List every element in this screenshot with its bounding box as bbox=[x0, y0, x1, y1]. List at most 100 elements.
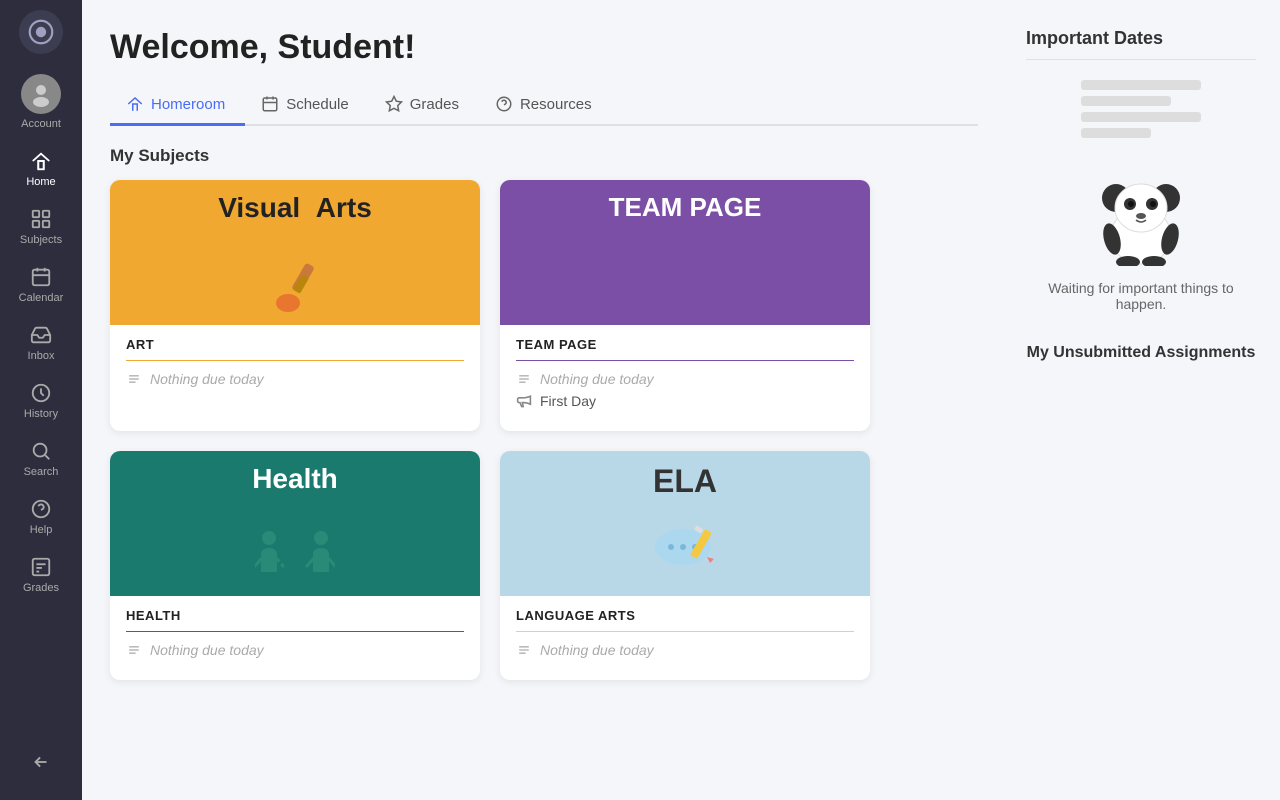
sidebar-item-label: Calendar bbox=[19, 292, 64, 304]
ela-illustration bbox=[645, 519, 725, 584]
list-icon bbox=[126, 371, 142, 387]
subject-item-team-1: First Day bbox=[516, 393, 854, 409]
panel-divider bbox=[1026, 59, 1256, 60]
sidebar-item-label: Subjects bbox=[20, 234, 62, 246]
subject-divider-team bbox=[516, 360, 854, 361]
subject-card-image-health: Health bbox=[110, 451, 480, 596]
right-panel: Important Dates bbox=[1010, 0, 1280, 800]
subject-image-title-team: TEAM PAGE bbox=[500, 192, 870, 223]
task-text: Nothing due today bbox=[540, 642, 654, 658]
sidebar-item-label: Home bbox=[26, 176, 55, 188]
sidebar-item-help[interactable]: Help bbox=[0, 490, 82, 544]
task-text: Nothing due today bbox=[150, 642, 264, 658]
sidebar-item-label: Search bbox=[24, 466, 59, 478]
important-dates-title: Important Dates bbox=[1026, 28, 1256, 49]
subject-card-body-health: HEALTH Nothing due today bbox=[110, 596, 480, 680]
list-icon bbox=[516, 642, 532, 658]
help-icon bbox=[30, 498, 52, 520]
doc-line-4 bbox=[1081, 128, 1151, 138]
sidebar-item-grades[interactable]: Grades bbox=[0, 548, 82, 602]
tab-homeroom[interactable]: Homeroom bbox=[110, 85, 245, 126]
search-icon bbox=[30, 440, 52, 462]
tab-label: Grades bbox=[410, 96, 459, 113]
task-text: Nothing due today bbox=[540, 371, 654, 387]
tab-label: Resources bbox=[520, 96, 592, 113]
subject-item-art-0: Nothing due today bbox=[126, 371, 464, 387]
tab-resources[interactable]: Resources bbox=[479, 85, 612, 126]
sidebar-item-history[interactable]: History bbox=[0, 374, 82, 428]
health-people-illustration bbox=[255, 526, 335, 581]
sidebar-item-calendar[interactable]: Calendar bbox=[0, 258, 82, 312]
grades-icon bbox=[30, 556, 52, 578]
sidebar-item-subjects[interactable]: Subjects bbox=[0, 200, 82, 254]
task-text: Nothing due today bbox=[150, 371, 264, 387]
subject-card-body-art: ART Nothing due today bbox=[110, 325, 480, 409]
subjects-section-title: My Subjects bbox=[110, 146, 978, 166]
tab-schedule[interactable]: Schedule bbox=[245, 85, 369, 126]
subject-card-body-ela: LANGUAGE ARTS Nothing due today bbox=[500, 596, 870, 680]
art-brush-illustration bbox=[260, 255, 330, 320]
doc-line-2 bbox=[1081, 96, 1171, 106]
list-icon bbox=[126, 642, 142, 658]
subject-divider-ela bbox=[516, 631, 854, 632]
subject-image-title-art: Visual Arts bbox=[110, 192, 480, 224]
list-icon bbox=[516, 371, 532, 387]
subject-card-ela[interactable]: ELA bbox=[500, 451, 870, 680]
subject-divider-art bbox=[126, 360, 464, 361]
sidebar: Account Home Subjects Calendar bbox=[0, 0, 82, 800]
tab-grades[interactable]: Grades bbox=[369, 85, 479, 126]
unsubmitted-title: My Unsubmitted Assignments bbox=[1026, 344, 1256, 362]
subject-card-body-team: TEAM PAGE Nothing due today First Day bbox=[500, 325, 870, 431]
panda-illustration bbox=[1026, 80, 1256, 266]
avatar bbox=[21, 74, 61, 114]
home-tab-icon bbox=[126, 95, 144, 113]
subject-card-health[interactable]: Health bbox=[110, 451, 480, 680]
sidebar-item-home[interactable]: Home bbox=[0, 142, 82, 196]
sidebar-item-label: Help bbox=[30, 524, 53, 536]
subject-label-team: TEAM PAGE bbox=[516, 337, 854, 352]
subject-item-ela-0: Nothing due today bbox=[516, 642, 854, 658]
calendar-icon bbox=[30, 266, 52, 288]
panda-svg bbox=[1086, 146, 1196, 266]
star-icon bbox=[385, 95, 403, 113]
tab-label: Schedule bbox=[286, 96, 349, 113]
schedule-icon bbox=[261, 95, 279, 113]
sidebar-item-label: History bbox=[24, 408, 58, 420]
home-icon bbox=[30, 150, 52, 172]
sidebar-item-label: Account bbox=[21, 118, 61, 130]
announcement-icon bbox=[516, 393, 532, 409]
page-title: Welcome, Student! bbox=[110, 28, 978, 67]
sidebar-item-search[interactable]: Search bbox=[0, 432, 82, 486]
sidebar-item-label: Inbox bbox=[28, 350, 55, 362]
doc-lines bbox=[1081, 80, 1201, 138]
subject-label-ela: LANGUAGE ARTS bbox=[516, 608, 854, 623]
app-logo[interactable] bbox=[19, 10, 63, 54]
subject-item-health-0: Nothing due today bbox=[126, 642, 464, 658]
subject-item-team-0: Nothing due today bbox=[516, 371, 854, 387]
sidebar-item-label: Grades bbox=[23, 582, 59, 594]
history-icon bbox=[30, 382, 52, 404]
subject-image-title-ela: ELA bbox=[500, 463, 870, 500]
subject-card-image-team: TEAM PAGE bbox=[500, 180, 870, 325]
subject-card-image-art: Visual Arts bbox=[110, 180, 480, 325]
main-content: Welcome, Student! Homeroom Schedule Grad… bbox=[82, 0, 1010, 800]
subject-card-team[interactable]: TEAM PAGE TEAM PAGE Nothing due today Fi… bbox=[500, 180, 870, 431]
subject-divider-health bbox=[126, 631, 464, 632]
subject-label-health: HEALTH bbox=[126, 608, 464, 623]
waiting-text: Waiting for important things to happen. bbox=[1026, 280, 1256, 312]
resources-icon bbox=[495, 95, 513, 113]
sidebar-item-account[interactable]: Account bbox=[0, 66, 82, 138]
subjects-icon bbox=[30, 208, 52, 230]
sidebar-item-inbox[interactable]: Inbox bbox=[0, 316, 82, 370]
inbox-icon bbox=[30, 324, 52, 346]
doc-line-3 bbox=[1081, 112, 1201, 122]
collapse-icon bbox=[30, 751, 52, 773]
tabs-bar: Homeroom Schedule Grades Resources bbox=[110, 85, 978, 126]
announcement-text: First Day bbox=[540, 393, 596, 409]
doc-line-1 bbox=[1081, 80, 1201, 90]
subjects-grid: Visual Arts ART Nothing du bbox=[110, 180, 870, 680]
subject-card-art[interactable]: Visual Arts ART Nothing du bbox=[110, 180, 480, 431]
subject-card-image-ela: ELA bbox=[500, 451, 870, 596]
subject-image-title-health: Health bbox=[110, 463, 480, 495]
collapse-button[interactable] bbox=[18, 739, 64, 790]
